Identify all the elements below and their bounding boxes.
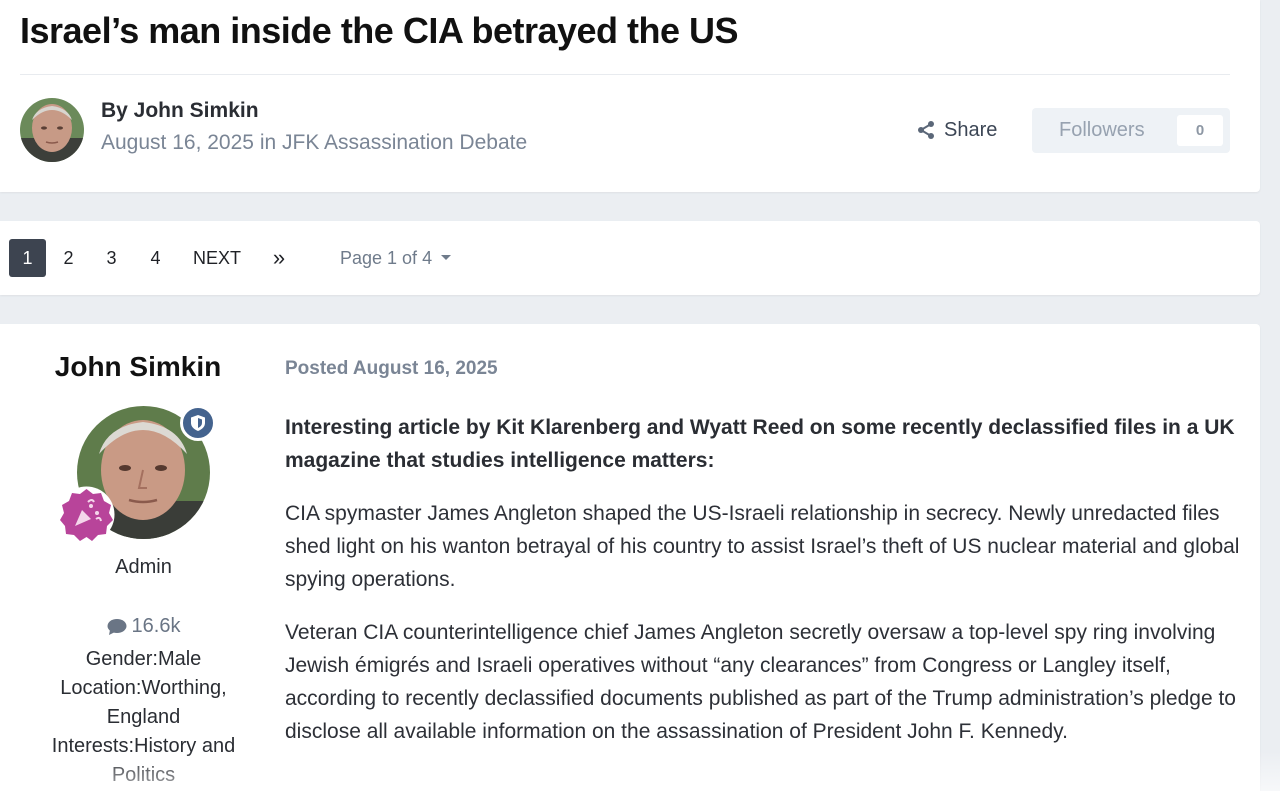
topic-date: August 16, 2025: [101, 131, 254, 154]
followers-button[interactable]: Followers 0: [1032, 108, 1230, 153]
last-page-button[interactable]: »: [262, 239, 296, 277]
author-avatar[interactable]: [20, 98, 84, 162]
author-location: Location:Worthing, England: [60, 676, 227, 728]
author-gender: Gender:Male: [85, 647, 202, 670]
pagination-bar: 1 2 3 4 NEXT » Page 1 of 4: [0, 221, 1260, 295]
topic-in-word: in: [259, 131, 277, 154]
double-chevron-right-icon: »: [272, 245, 286, 270]
moderator-badge: [180, 405, 216, 441]
avatar-photo: [20, 98, 84, 162]
page-title: Israel’s man inside the CIA betrayed the…: [20, 10, 739, 51]
author-interests: Interests:History and Politics: [51, 734, 236, 786]
rank-badge[interactable]: [58, 486, 115, 543]
comment-icon: [107, 618, 127, 635]
byline[interactable]: By John Simkin: [101, 99, 259, 123]
post-author-name[interactable]: John Simkin: [0, 351, 276, 383]
followers-label: Followers: [1059, 119, 1145, 141]
topic-meta: August 16, 2025 in JFK Assassination Deb…: [101, 131, 527, 155]
post-count-value: 16.6k: [131, 615, 181, 637]
next-page-button[interactable]: NEXT: [186, 239, 248, 277]
page-jump-dropdown[interactable]: Page 1 of 4: [340, 246, 452, 270]
post-card: John Simkin Admin 16.6k Gender:Male Loca…: [0, 324, 1260, 791]
share-icon: [918, 121, 934, 139]
page-1-button[interactable]: 1: [9, 239, 46, 277]
member-group: Admin: [115, 556, 172, 578]
post-count: 16.6k: [107, 612, 181, 641]
party-popper-icon: [58, 486, 115, 543]
post-paragraph: CIA spymaster James Angleton shaped the …: [285, 502, 1240, 591]
page-4-button[interactable]: 4: [137, 239, 174, 277]
shield-icon: [191, 415, 205, 431]
post-paragraph: Veteran CIA counterintelligence chief Ja…: [285, 621, 1236, 743]
header-divider: [20, 74, 1230, 75]
post-paragraph: Interesting article by Kit Klarenberg an…: [285, 416, 1235, 472]
forum-link[interactable]: JFK Assassination Debate: [282, 131, 527, 154]
share-label: Share: [944, 118, 998, 141]
page-3-button[interactable]: 3: [93, 239, 130, 277]
share-button[interactable]: Share: [916, 116, 997, 144]
followers-count: 0: [1177, 115, 1223, 146]
post-body: Interesting article by Kit Klarenberg an…: [285, 411, 1240, 768]
page-2-button[interactable]: 2: [50, 239, 87, 277]
post-date[interactable]: Posted August 16, 2025: [285, 358, 498, 380]
caret-down-icon: [441, 255, 452, 260]
author-stats: 16.6k Gender:Male Location:Worthing, Eng…: [0, 612, 287, 790]
page-select-label: Page 1 of 4: [340, 247, 433, 268]
topic-header: Israel’s man inside the CIA betrayed the…: [0, 0, 1260, 192]
post-avatar-wrap: [58, 405, 216, 543]
